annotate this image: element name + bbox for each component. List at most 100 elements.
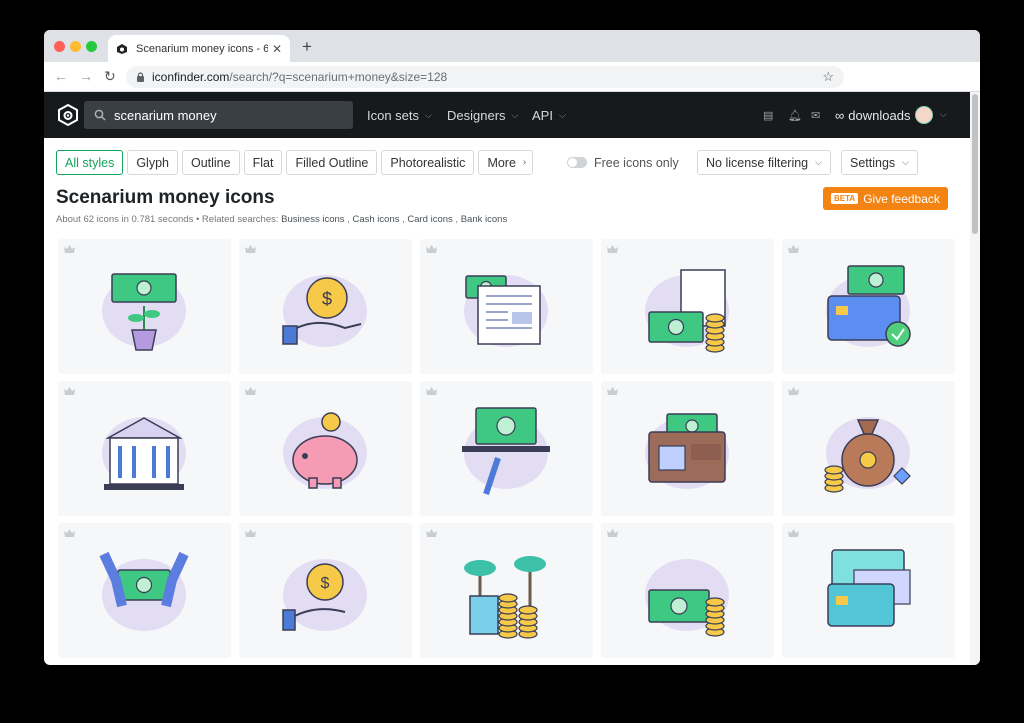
chevron-down-icon: ⌵: [815, 157, 822, 167]
free-icons-toggle[interactable]: Free icons only: [567, 150, 679, 175]
page-scrollbar[interactable]: [970, 92, 980, 665]
browser-tab[interactable]: Scenarium money icons - 62 v ✕: [108, 35, 290, 62]
island-cash-coins-icon: [464, 556, 546, 639]
wallet-icon: [645, 413, 729, 489]
premium-crown-icon: [788, 529, 799, 537]
premium-crown-icon: [245, 529, 256, 537]
premium-crown-icon: [426, 245, 437, 253]
result-count: About 62 icons in 0.781 seconds: [56, 214, 194, 225]
address-bar[interactable]: iconfinder.com/search/?q=scenarium+money…: [126, 66, 844, 88]
downloads-menu[interactable]: ∞ downloads: [835, 92, 910, 138]
lock-icon: [137, 72, 144, 82]
premium-crown-icon: [64, 387, 75, 395]
icon-card[interactable]: [782, 381, 955, 516]
minimize-window-button[interactable]: [70, 41, 81, 52]
iconfinder-logo-icon[interactable]: [56, 103, 80, 127]
premium-crown-icon: [788, 245, 799, 253]
svg-text:$: $: [321, 575, 330, 592]
premium-crown-icon: [607, 245, 618, 253]
free-icons-label: Free icons only: [594, 155, 679, 170]
filter-outline[interactable]: Outline: [181, 150, 240, 175]
scrollbar-thumb[interactable]: [972, 94, 978, 234]
tab-close-icon[interactable]: ✕: [272, 42, 282, 56]
icon-card[interactable]: [782, 523, 955, 658]
icon-card[interactable]: [58, 239, 231, 374]
icon-card[interactable]: [601, 239, 774, 374]
filter-glyph[interactable]: Glyph: [127, 150, 178, 175]
related-link[interactable]: Bank icons: [461, 214, 507, 225]
avatar[interactable]: [915, 106, 933, 124]
new-tab-button[interactable]: +: [302, 37, 312, 57]
icon-card[interactable]: [420, 239, 593, 374]
forward-button[interactable]: →: [79, 68, 93, 84]
premium-crown-icon: [788, 387, 799, 395]
toggle-knob: [568, 158, 577, 167]
nav-label: Designers: [447, 107, 506, 123]
search-input[interactable]: [114, 107, 334, 123]
feedback-label: Give feedback: [863, 191, 940, 206]
chevron-down-icon: ⌵: [902, 157, 909, 167]
hands-holding-cash-icon: [99, 551, 189, 631]
icon-card[interactable]: [601, 523, 774, 658]
premium-crown-icon: [607, 387, 618, 395]
beta-badge: BETA: [831, 193, 859, 204]
related-link[interactable]: Card icons: [407, 214, 452, 225]
settings-dropdown[interactable]: Settings ⌵: [841, 150, 918, 175]
filter-all-styles[interactable]: All styles: [56, 150, 124, 175]
nav-icon-sets[interactable]: Icon sets ⌵: [367, 92, 432, 138]
zoom-window-button[interactable]: [86, 41, 97, 52]
nav-designers[interactable]: Designers ⌵: [447, 92, 518, 138]
reload-button[interactable]: ↻: [104, 68, 116, 85]
icon-card[interactable]: [420, 381, 593, 516]
nav-label: API: [532, 107, 553, 123]
icon-card[interactable]: [58, 523, 231, 658]
icon-card[interactable]: [601, 381, 774, 516]
icon-card[interactable]: $: [239, 239, 412, 374]
icon-card[interactable]: $: [239, 523, 412, 658]
icon-card[interactable]: [782, 239, 955, 374]
icon-card[interactable]: [239, 381, 412, 516]
license-filter-dropdown[interactable]: No license filtering ⌵: [697, 150, 831, 175]
bell-icon[interactable]: 🔔︎: [788, 109, 802, 122]
premium-crown-icon: [607, 529, 618, 537]
credit-card-approved-icon: [826, 265, 911, 347]
related-link[interactable]: Cash icons: [352, 214, 399, 225]
give-feedback-button[interactable]: BETA Give feedback: [823, 187, 948, 210]
downloads-label: downloads: [848, 107, 911, 123]
filter-flat[interactable]: Flat: [243, 150, 283, 175]
back-button[interactable]: ←: [54, 68, 68, 84]
settings-label: Settings: [850, 155, 896, 170]
nav-api[interactable]: API ⌵: [532, 92, 566, 138]
search-icon: [94, 109, 106, 121]
related-link[interactable]: Business icons: [281, 214, 344, 225]
mail-icon[interactable]: ✉: [811, 109, 820, 122]
browser-window: Scenarium money icons - 62 v ✕ + ← → ↻ i…: [44, 30, 980, 665]
premium-crown-icon: [245, 387, 256, 395]
iconfinder-favicon-icon: [117, 43, 127, 54]
chevron-down-icon[interactable]: ⌵: [940, 109, 947, 120]
bank-building-icon: [102, 417, 186, 490]
filter-filled-outline[interactable]: Filled Outline: [286, 150, 378, 175]
filter-photorealistic[interactable]: Photorealistic: [381, 150, 475, 175]
svg-text:$: $: [322, 289, 332, 309]
premium-crown-icon: [245, 245, 256, 253]
premium-crown-icon: [426, 529, 437, 537]
filter-more-button[interactable]: More ›: [478, 150, 534, 175]
close-window-button[interactable]: [54, 41, 65, 52]
chevron-down-icon: ⌵: [511, 109, 519, 120]
icon-card[interactable]: [58, 381, 231, 516]
search-box[interactable]: [84, 101, 353, 129]
tab-strip: Scenarium money icons - 62 v ✕ +: [44, 30, 980, 62]
icon-card[interactable]: [420, 523, 593, 658]
nav-label: Icon sets: [367, 107, 420, 123]
related-prefix: • Related searches:: [195, 214, 279, 225]
bookmark-star-icon[interactable]: ☆: [822, 69, 834, 85]
premium-crown-icon: [64, 529, 75, 537]
newspaper-finance-icon: [464, 275, 548, 347]
piggy-bank-icon: [283, 412, 367, 489]
cash-and-coins-icon: [645, 559, 729, 637]
toggle-switch[interactable]: [567, 157, 587, 168]
chevron-right-icon: ›: [522, 157, 527, 168]
more-label: More: [487, 155, 516, 170]
collections-icon[interactable]: ▤: [763, 109, 773, 122]
